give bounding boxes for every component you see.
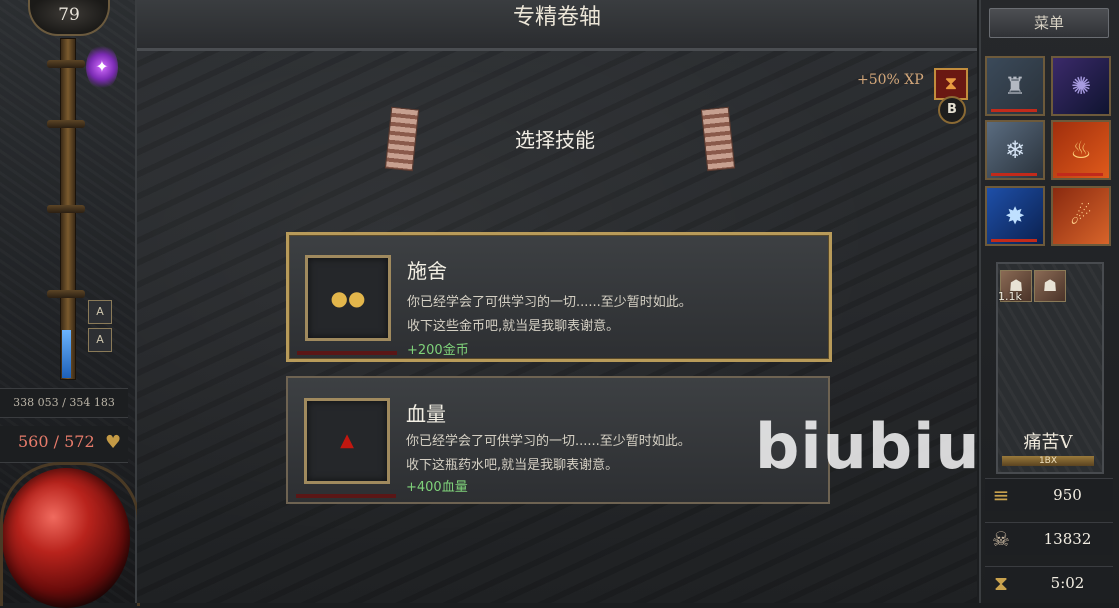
time-value: 5:02 — [1050, 574, 1085, 592]
golem-icon[interactable]: ♜ — [985, 56, 1045, 116]
skull-icon: ☠ — [992, 527, 1010, 551]
option-description-line: 你已经学会了可供学习的一切......至少暂时如此。 — [407, 295, 692, 310]
void-orb-icon[interactable]: ✺ — [1051, 56, 1111, 116]
health-readout: 560 / 572 ♥ — [0, 426, 128, 463]
option-reward: +200金币 — [407, 343, 469, 358]
gold-coins-icon: ●● — [330, 286, 366, 310]
option-reward: +400血量 — [406, 480, 468, 495]
meteor-icon[interactable]: ☄ — [1051, 186, 1111, 246]
b-key-button[interactable]: B — [938, 96, 966, 124]
ice-shards-icon[interactable]: ❄ — [985, 120, 1045, 180]
rail-knot — [47, 205, 85, 213]
health-text: 560 / 572 — [18, 432, 95, 451]
option-icon-frame: ●● — [305, 255, 391, 341]
rail-knot — [47, 290, 85, 298]
gold-stat: ≡ 950 — [985, 478, 1113, 511]
slot-cooldown-bar — [991, 109, 1037, 112]
rail-knot — [47, 120, 85, 128]
option-description-line: 收下这瓶药水吧,就当是我聊表谢意。 — [406, 458, 619, 473]
rail-knot — [47, 60, 85, 68]
difficulty-label: 痛苦V — [1023, 432, 1073, 453]
option-icon-frame: ▲ — [304, 398, 390, 484]
slot-cooldown-bar — [991, 239, 1037, 242]
xp-progress-text: 338 053 / 354 183 — [0, 388, 128, 418]
option-title: 施舍 — [407, 259, 447, 283]
mana-bar — [62, 330, 71, 378]
page-title: 专精卷轴 — [512, 5, 601, 30]
difficulty-bar: 1BX — [1002, 456, 1094, 466]
card-accent-line — [297, 351, 397, 355]
time-stat: ⧗ 5:02 — [985, 566, 1113, 599]
hourglass-icon: ⧗ — [993, 571, 1009, 595]
gold-value: 950 — [1053, 486, 1082, 504]
purple-gem-icon[interactable]: ✦ — [86, 44, 118, 90]
option-title: 血量 — [406, 402, 446, 426]
kills-value: 13832 — [1043, 530, 1092, 548]
lightning-nova-icon[interactable]: ✸ — [985, 186, 1045, 246]
coin-stack-icon: ≡ — [992, 483, 1010, 507]
option-card-alms[interactable]: ●● 施舍 你已经学会了可供学习的一切......至少暂时如此。 收下这些金币吧… — [286, 232, 832, 362]
xp-boost-text: +50% XP — [857, 72, 924, 88]
heart-icon: ♥ — [105, 432, 122, 453]
watermark: biubiu — [755, 410, 981, 483]
option-card-health[interactable]: ▲ 血量 你已经学会了可供学习的一切......至少暂时如此。 收下这瓶药水吧,… — [286, 376, 830, 504]
minion-b-icon[interactable]: ☗ — [1034, 270, 1066, 302]
health-orb — [2, 468, 130, 608]
slot-cooldown-bar — [991, 173, 1037, 176]
option-description-line: 你已经学会了可供学习的一切......至少暂时如此。 — [406, 434, 691, 449]
left-skill-a-icon[interactable]: A — [88, 300, 112, 324]
menu-button[interactable]: 菜单 — [989, 8, 1109, 38]
left-skill-b-icon[interactable]: A — [88, 328, 112, 352]
minion-count: 1.1k — [998, 290, 1022, 303]
slot-cooldown-bar — [1057, 173, 1103, 176]
kills-stat: ☠ 13832 — [985, 522, 1113, 555]
blood-drop-icon: ▲ — [340, 430, 354, 451]
choose-skill-heading: 选择技能 — [515, 128, 595, 152]
title-bar: 专精卷轴 — [137, 0, 977, 51]
flame-icon[interactable]: ♨ — [1051, 120, 1111, 180]
option-description-line: 收下这些金币吧,就当是我聊表谢意。 — [407, 319, 620, 334]
card-accent-line — [296, 494, 396, 498]
